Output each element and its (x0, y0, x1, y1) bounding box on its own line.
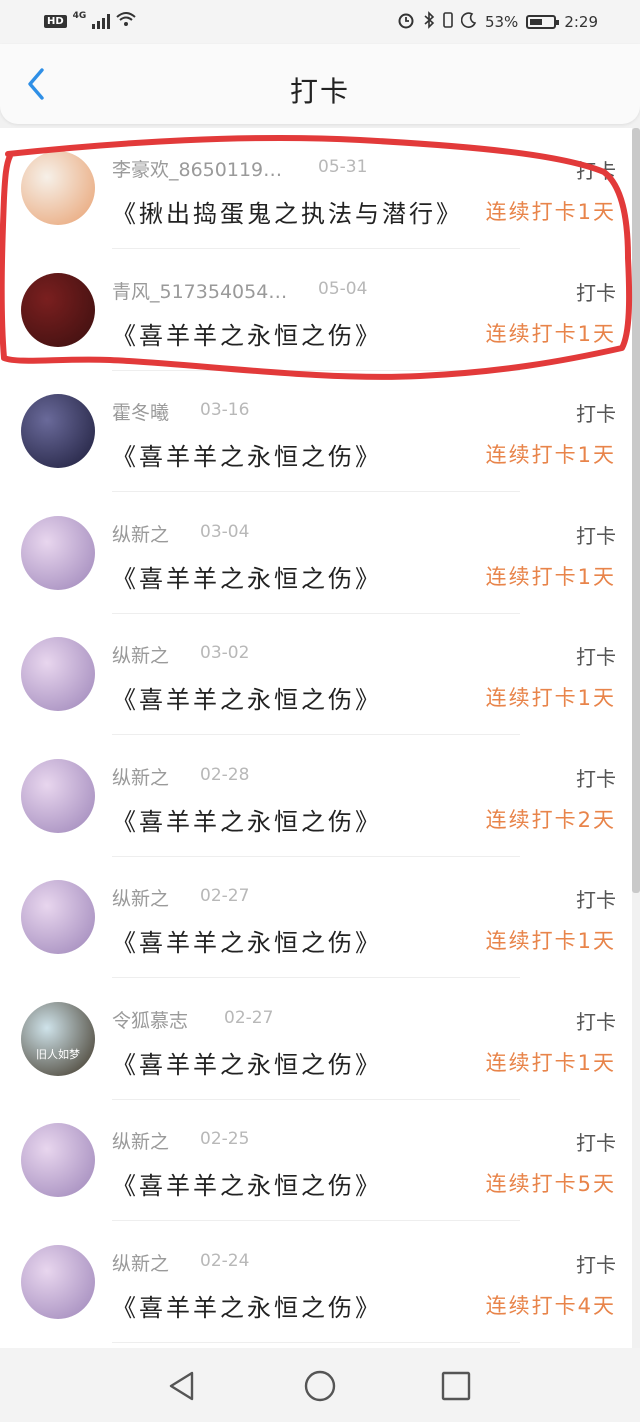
app-header: 打卡 (0, 44, 640, 124)
circle-home-icon (304, 1370, 336, 1402)
checkin-label: 打卡 (576, 402, 616, 426)
book-title[interactable]: 《喜羊羊之永恒之伤》 (112, 1166, 382, 1201)
checkin-label: 打卡 (576, 159, 616, 183)
bluetooth-icon (423, 11, 435, 33)
book-title[interactable]: 《喜羊羊之永恒之伤》 (112, 437, 382, 472)
book-title[interactable]: 《喜羊羊之永恒之伤》 (112, 923, 382, 958)
checkin-date: 03-04 (200, 521, 250, 542)
checkin-date: 03-16 (200, 400, 250, 420)
book-title[interactable]: 《喜羊羊之永恒之伤》 (112, 802, 382, 837)
user-name[interactable]: 霍冬曦 (112, 398, 169, 425)
checkin-label: 打卡 (576, 888, 616, 912)
book-title[interactable]: 《喜羊羊之永恒之伤》 (112, 1288, 382, 1323)
nav-recents-button[interactable] (438, 1368, 474, 1404)
avatar[interactable] (21, 1123, 95, 1197)
checkin-date: 02-28 (200, 764, 250, 785)
avatar[interactable] (21, 151, 95, 225)
list-item[interactable]: 纵新之 02-25 《喜羊羊之永恒之伤》 打卡连续打卡5天 (0, 1100, 632, 1221)
scrollbar[interactable] (632, 128, 640, 893)
nav-back-button[interactable] (164, 1368, 200, 1404)
alarm-icon (397, 11, 415, 33)
list-item[interactable]: 青风_517354054… 05-04 《喜羊羊之永恒之伤》 打卡连续打卡1天 (0, 250, 632, 371)
system-nav-bar (0, 1348, 640, 1422)
checkin-date: 05-04 (318, 278, 368, 299)
avatar-caption: 旧人如梦 (36, 1047, 80, 1061)
list-item[interactable]: 纵新之 02-28 《喜羊羊之永恒之伤》 打卡连续打卡2天 (0, 736, 632, 857)
square-recents-icon (441, 1371, 471, 1401)
status-right: 53% 2:29 (397, 11, 598, 33)
status-bar: HD 4G 53% 2:29 (0, 0, 640, 44)
list-item[interactable]: 纵新之 02-24 《喜羊羊之永恒之伤》 打卡连续打卡4天 (0, 1222, 632, 1343)
checkin-label: 打卡 (576, 645, 616, 669)
user-name[interactable]: 纵新之 (112, 763, 169, 790)
nav-home-button[interactable] (302, 1368, 338, 1404)
user-name[interactable]: 青风_517354054… (112, 277, 287, 304)
book-title[interactable]: 《喜羊羊之永恒之伤》 (112, 559, 382, 594)
battery-icon (526, 15, 560, 29)
avatar[interactable] (21, 1244, 95, 1319)
signal-icon (92, 13, 111, 29)
hd-badge: HD (44, 14, 67, 28)
checkin-date: 03-02 (200, 643, 250, 663)
list-item[interactable]: 旧人如梦 令狐慕志 02-27 《喜羊羊之永恒之伤》 打卡连续打卡1天 (0, 979, 632, 1100)
checkin-date: 02-25 (200, 1129, 250, 1149)
checkin-label: 打卡 (576, 1131, 616, 1155)
avatar[interactable] (21, 272, 95, 347)
avatar[interactable] (21, 637, 95, 711)
network-type: 4G (72, 11, 87, 21)
user-name[interactable]: 纵新之 (112, 520, 169, 547)
streak-text: 连续打卡5天 (485, 1172, 616, 1196)
checkin-date: 02-27 (200, 886, 250, 906)
moon-icon (460, 12, 477, 32)
streak-text: 连续打卡2天 (485, 807, 616, 832)
avatar[interactable] (21, 880, 95, 954)
list-item[interactable]: 霍冬曦 03-16 《喜羊羊之永恒之伤》 打卡连续打卡1天 (0, 371, 632, 492)
checkin-date: 02-27 (224, 1007, 274, 1028)
avatar[interactable] (21, 515, 95, 590)
book-title[interactable]: 《揪出捣蛋鬼之执法与潜行》 (112, 194, 463, 229)
user-name[interactable]: 令狐慕志 (112, 1006, 188, 1033)
status-left: HD 4G (44, 11, 136, 31)
streak-text: 连续打卡1天 (485, 686, 616, 710)
list-item[interactable]: 李豪欢_8650119… 05-31 《揪出捣蛋鬼之执法与潜行》 打卡连续打卡1天 (0, 128, 632, 249)
checkin-date: 02-24 (200, 1250, 250, 1271)
clock: 2:29 (564, 13, 598, 31)
book-title[interactable]: 《喜羊羊之永恒之伤》 (112, 1045, 382, 1080)
streak-text: 连续打卡1天 (485, 929, 616, 953)
checkin-label: 打卡 (576, 1252, 616, 1277)
book-title[interactable]: 《喜羊羊之永恒之伤》 (112, 680, 382, 715)
streak-text: 连续打卡1天 (485, 443, 616, 467)
battery-percent: 53% (484, 13, 519, 31)
checkin-list[interactable]: 李豪欢_8650119… 05-31 《揪出捣蛋鬼之执法与潜行》 打卡 连续打卡1天 青风… (0, 128, 632, 1348)
streak-text: 连续打卡1天 (485, 1050, 616, 1075)
vibrate-icon (443, 12, 453, 32)
triangle-back-icon (169, 1371, 194, 1401)
streak-text: 连续打卡4天 (485, 1293, 616, 1318)
list-item[interactable]: 纵新之 03-02 《喜羊羊之永恒之伤》 打卡连续打卡1天 (0, 614, 632, 735)
streak-text: 连续打卡1天 (485, 321, 616, 346)
book-title[interactable]: 《喜羊羊之永恒之伤》 (112, 316, 382, 351)
avatar[interactable]: 旧人如梦 (21, 1001, 95, 1076)
wifi-icon (116, 11, 136, 31)
list-item[interactable]: 纵新之 03-04 《喜羊羊之永恒之伤》 打卡连续打卡1天 (0, 493, 632, 614)
list-item[interactable]: 纵新之 02-27 《喜羊羊之永恒之伤》 打卡连续打卡1天 (0, 857, 632, 978)
row-divider (112, 1341, 520, 1343)
checkin-label: 打卡 (576, 1009, 616, 1034)
streak-text: 连续打卡1天 (485, 200, 616, 224)
checkin-label: 打卡 (576, 523, 616, 548)
user-name[interactable]: 纵新之 (112, 1127, 169, 1154)
avatar[interactable] (21, 758, 95, 833)
checkin-date: 05-31 (318, 157, 368, 177)
user-name[interactable]: 纵新之 (112, 1249, 169, 1276)
streak-text: 连续打卡1天 (485, 564, 616, 589)
avatar[interactable] (21, 394, 95, 468)
user-name[interactable]: 纵新之 (112, 884, 169, 911)
checkin-label: 打卡 (576, 766, 616, 791)
user-name[interactable]: 纵新之 (112, 641, 169, 668)
user-name[interactable]: 李豪欢_8650119… (112, 155, 282, 182)
checkin-label: 打卡 (576, 280, 616, 305)
page-title: 打卡 (289, 75, 350, 108)
